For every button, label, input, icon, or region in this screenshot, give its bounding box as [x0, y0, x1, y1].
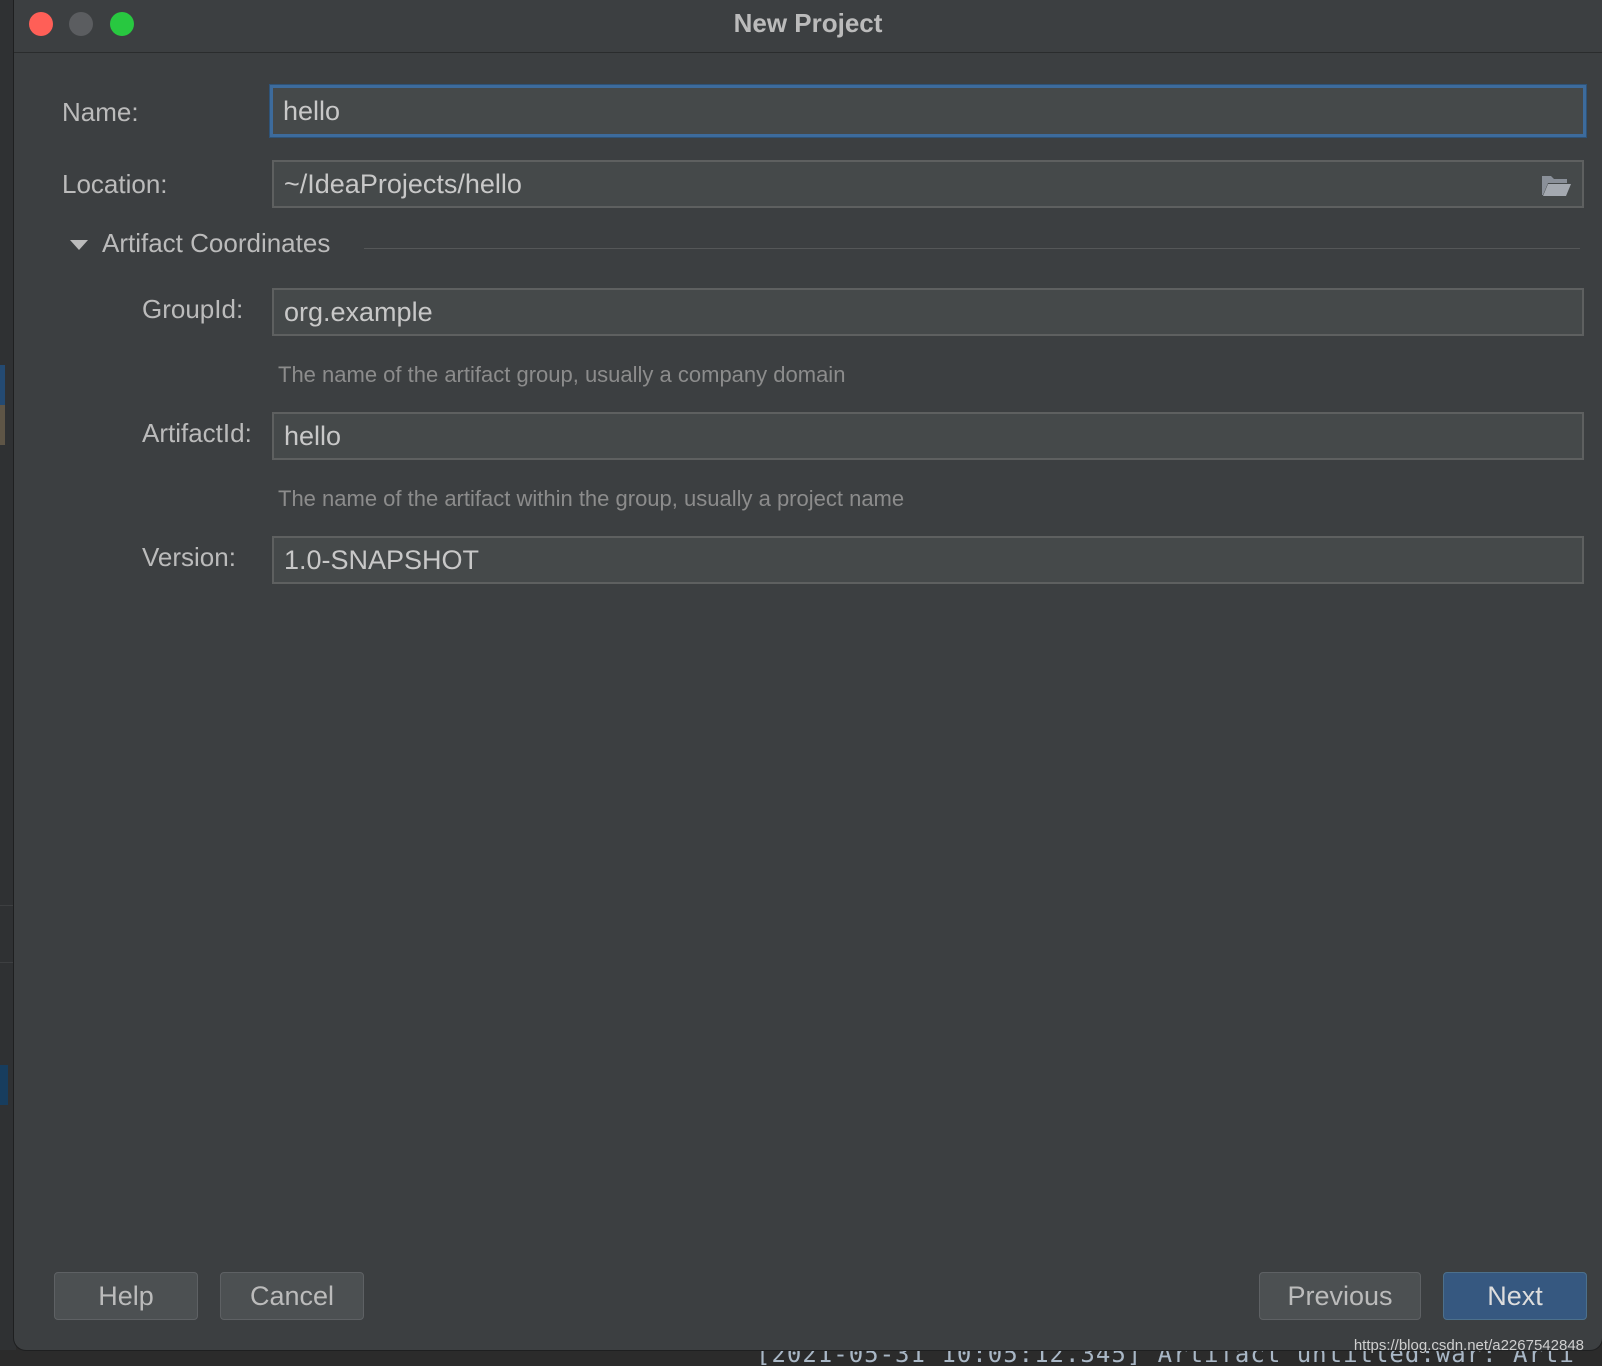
version-field[interactable] — [272, 536, 1584, 584]
artifactid-field[interactable] — [272, 412, 1584, 460]
name-input[interactable] — [283, 88, 1523, 134]
groupid-input[interactable] — [284, 290, 1522, 334]
artifactid-label: ArtifactId: — [142, 418, 252, 448]
background-divider — [0, 905, 14, 906]
cancel-button[interactable]: Cancel — [220, 1272, 364, 1320]
section-divider — [364, 248, 1580, 249]
title-bar: New Project — [14, 0, 1602, 53]
dialog-title: New Project — [733, 8, 883, 38]
groupid-hint: The name of the artifact group, usually … — [278, 362, 846, 387]
background-divider — [0, 962, 14, 963]
next-button[interactable]: Next — [1443, 1272, 1587, 1320]
version-input[interactable] — [284, 538, 1522, 582]
collapse-triangle-icon[interactable] — [66, 232, 92, 258]
background-selection-marker — [0, 1065, 8, 1105]
artifactid-hint: The name of the artifact within the grou… — [278, 486, 905, 511]
help-button[interactable]: Help — [54, 1272, 198, 1320]
location-label: Location: — [62, 169, 168, 199]
background-selection-marker — [0, 405, 5, 445]
previous-button[interactable]: Previous — [1259, 1272, 1421, 1320]
groupid-label: GroupId: — [142, 294, 244, 324]
watermark-url: https://blog.csdn.net/a2267542848 — [1353, 1337, 1584, 1354]
background-selection-marker — [0, 365, 5, 405]
folder-open-icon[interactable] — [1540, 171, 1572, 199]
location-field[interactable] — [272, 160, 1584, 208]
artifact-coordinates-title[interactable]: Artifact Coordinates — [102, 228, 330, 259]
location-input[interactable] — [284, 162, 1522, 206]
version-label: Version: — [142, 542, 236, 572]
name-label: Name: — [62, 97, 139, 127]
groupid-field[interactable] — [272, 288, 1584, 336]
artifactid-input[interactable] — [284, 414, 1522, 458]
name-field[interactable] — [270, 85, 1586, 137]
new-project-dialog: New Project Name: Location: Artifact Coo… — [14, 0, 1602, 1350]
